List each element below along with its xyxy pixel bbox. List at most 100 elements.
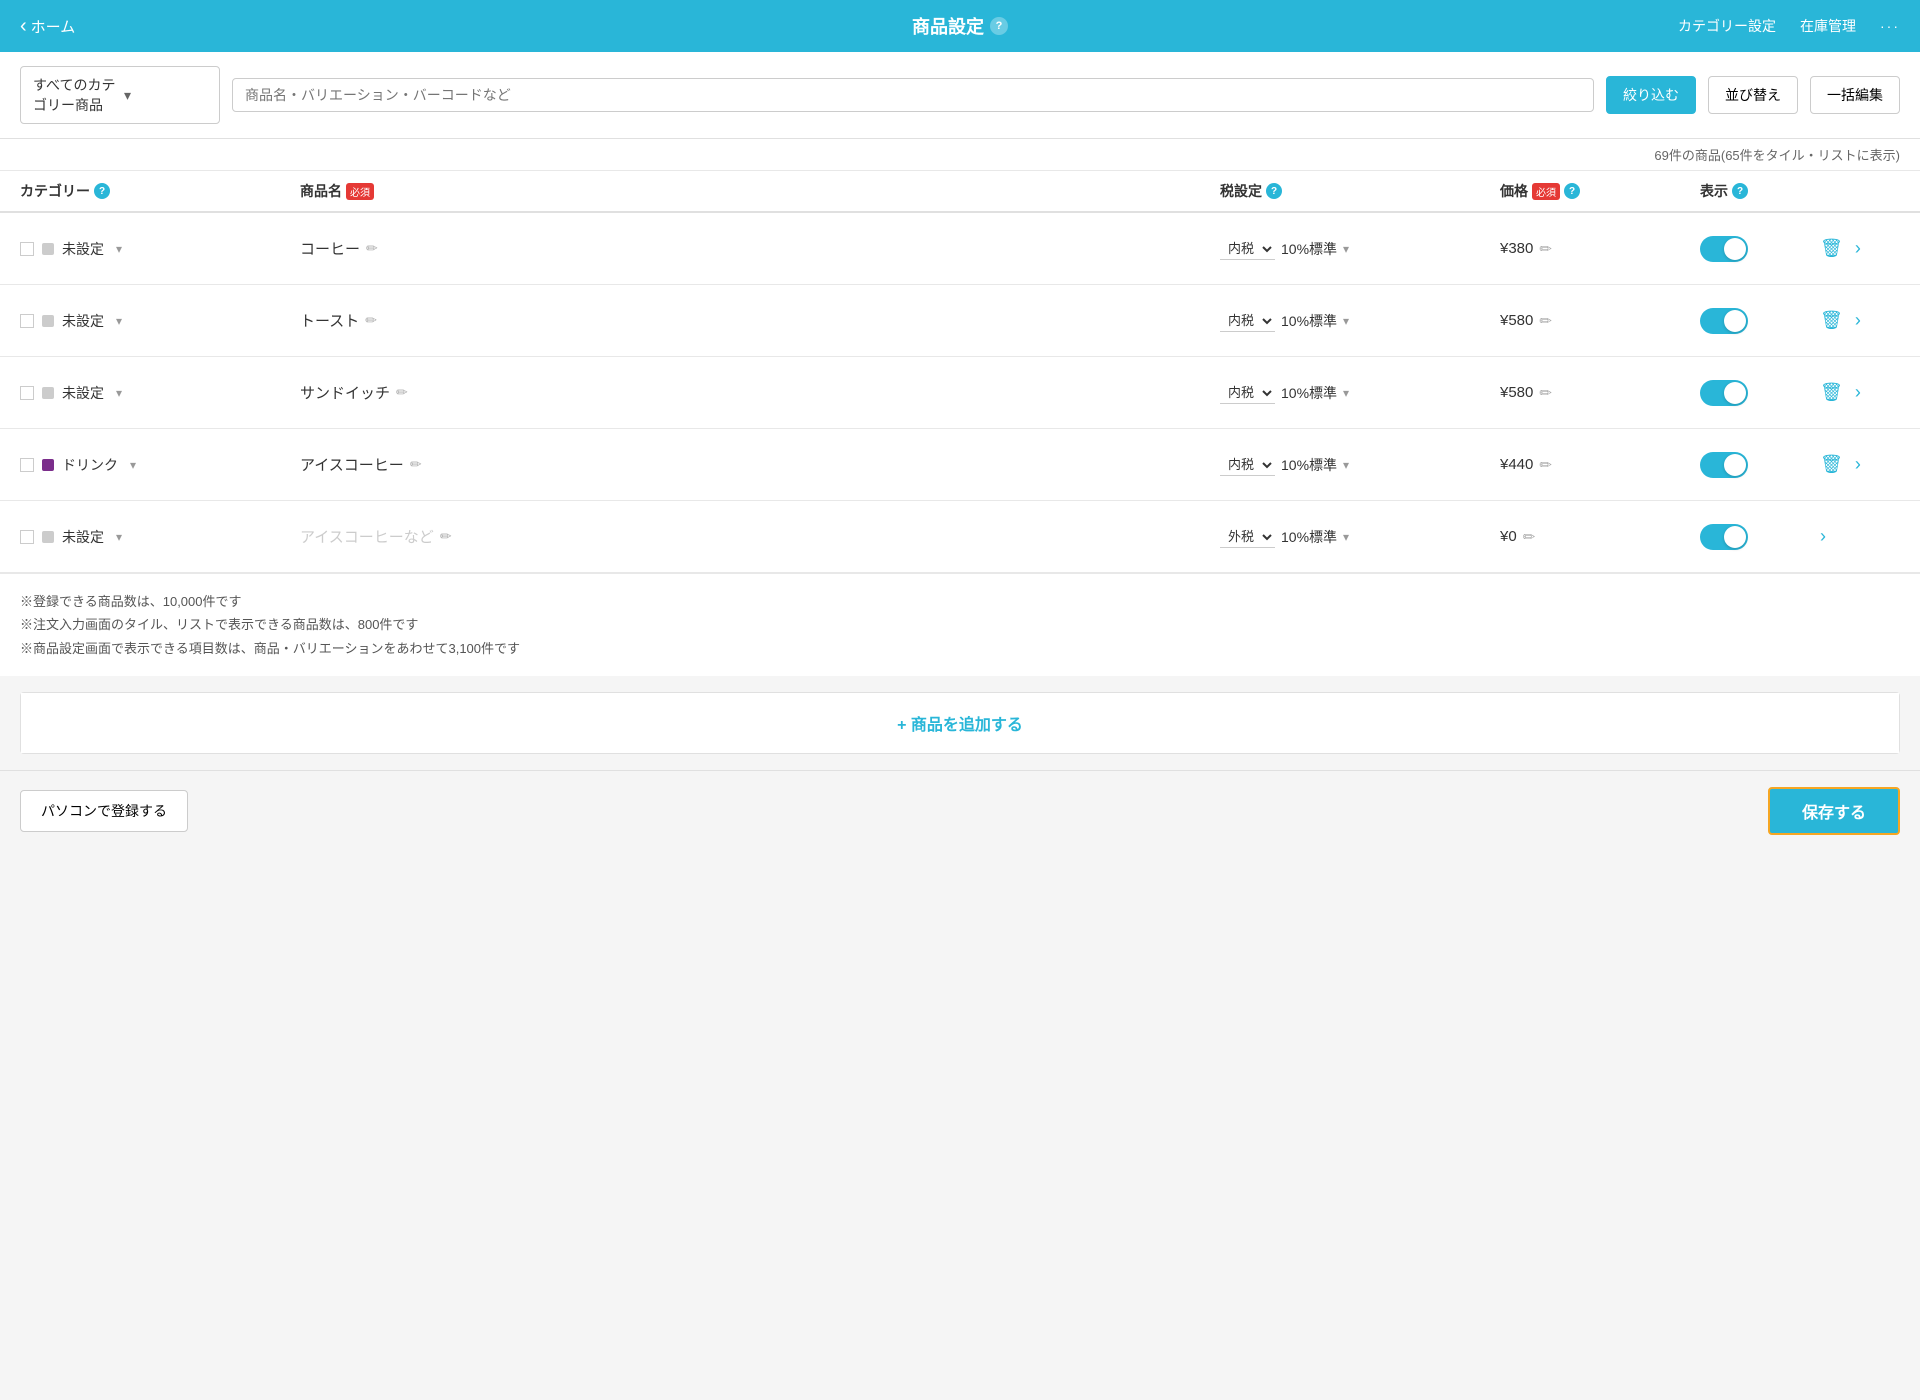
category-name-4: 未設定 <box>62 527 104 547</box>
detail-arrow-3[interactable]: › <box>1855 454 1861 475</box>
col-display-header: 表示 ? <box>1700 181 1820 201</box>
row-actions-4: › <box>1820 526 1900 547</box>
category-dropdown-arrow-4[interactable]: ▾ <box>116 530 122 544</box>
add-product-button[interactable]: + 商品を追加する <box>21 693 1899 753</box>
col-tax-header: 税設定 ? <box>1220 181 1500 201</box>
category-checkbox-3[interactable] <box>20 458 34 472</box>
price-help-icon[interactable]: ? <box>1564 183 1580 199</box>
price-edit-icon-1[interactable]: ✏ <box>1539 312 1552 330</box>
count-bar: 69件の商品(65件をタイル・リストに表示) <box>0 139 1920 171</box>
category-name-1: 未設定 <box>62 311 104 331</box>
table-header: カテゴリー ? 商品名 必須 税設定 ? 価格 必須 ? 表示 ? <box>0 171 1920 213</box>
table-row: 未設定 ▾ アイスコーヒーなど ✏ 外税 10%標準 ▾ ¥0 ✏ <box>0 501 1920 573</box>
tax-rate-label-2: 10%標準 <box>1281 383 1337 403</box>
delete-button-0[interactable]: 🗑 <box>1820 238 1843 259</box>
tax-type-select-4[interactable]: 外税 <box>1220 526 1275 548</box>
category-filter-select[interactable]: すべてのカテゴリー商品 ▾ <box>20 66 220 124</box>
add-product-section: + 商品を追加する <box>20 692 1900 754</box>
category-checkbox-1[interactable] <box>20 314 34 328</box>
category-checkbox-4[interactable] <box>20 530 34 544</box>
display-toggle-2[interactable] <box>1700 380 1748 406</box>
category-cell-0: 未設定 ▾ <box>20 239 300 259</box>
tax-cell-4: 外税 10%標準 ▾ <box>1220 526 1500 548</box>
inventory-management-link[interactable]: 在庫管理 <box>1800 16 1856 36</box>
tax-rate-arrow-1[interactable]: ▾ <box>1343 314 1349 328</box>
price-edit-icon-3[interactable]: ✏ <box>1539 456 1552 474</box>
note-line: ※注文入力画面のタイル、リストで表示できる商品数は、800件です <box>20 613 1900 636</box>
category-select-arrow-icon: ▾ <box>124 87 207 104</box>
price-cell-2: ¥580 ✏ <box>1500 384 1700 402</box>
detail-arrow-4[interactable]: › <box>1820 526 1826 547</box>
detail-arrow-1[interactable]: › <box>1855 310 1861 331</box>
footer: パソコンで登録する 保存する <box>0 770 1920 851</box>
detail-arrow-2[interactable]: › <box>1855 382 1861 403</box>
search-input[interactable] <box>232 78 1594 112</box>
product-name-edit-icon-2[interactable]: ✏ <box>396 384 408 401</box>
tax-type-select-2[interactable]: 内税 <box>1220 382 1275 404</box>
toggle-cell-2 <box>1700 380 1820 406</box>
filter-button[interactable]: 絞り込む <box>1606 76 1696 114</box>
back-button[interactable]: ホーム <box>20 16 75 37</box>
note-line: ※商品設定画面で表示できる項目数は、商品・バリエーションをあわせて3,100件で… <box>20 637 1900 660</box>
col-category-header: カテゴリー ? <box>20 181 300 201</box>
product-rows: 未設定 ▾ コーヒー ✏ 内税 10%標準 ▾ ¥380 ✏ <box>0 213 1920 573</box>
row-actions-3: 🗑 › <box>1820 454 1900 475</box>
more-menu-button[interactable]: ··· <box>1880 18 1900 34</box>
display-help-icon[interactable]: ? <box>1732 183 1748 199</box>
price-edit-icon-0[interactable]: ✏ <box>1539 240 1552 258</box>
toggle-cell-4 <box>1700 524 1820 550</box>
delete-button-3[interactable]: 🗑 <box>1820 454 1843 475</box>
price-value-3: ¥440 <box>1500 456 1533 473</box>
price-value-4: ¥0 <box>1500 528 1517 545</box>
title-help-icon[interactable]: ? <box>990 17 1008 35</box>
sort-button[interactable]: 並び替え <box>1708 76 1798 114</box>
tax-type-select-3[interactable]: 内税 <box>1220 454 1275 476</box>
delete-button-2[interactable]: 🗑 <box>1820 382 1843 403</box>
category-color-dot-1 <box>42 315 54 327</box>
tax-help-icon[interactable]: ? <box>1266 183 1282 199</box>
category-color-dot-0 <box>42 243 54 255</box>
category-setting-link[interactable]: カテゴリー設定 <box>1678 16 1776 36</box>
tax-rate-label-1: 10%標準 <box>1281 311 1337 331</box>
register-pc-button[interactable]: パソコンで登録する <box>20 790 188 832</box>
product-name-edit-icon-0[interactable]: ✏ <box>366 240 378 257</box>
product-name-edit-icon-1[interactable]: ✏ <box>365 312 377 329</box>
category-checkbox-2[interactable] <box>20 386 34 400</box>
category-dropdown-arrow-2[interactable]: ▾ <box>116 386 122 400</box>
display-toggle-0[interactable] <box>1700 236 1748 262</box>
bulk-edit-button[interactable]: 一括編集 <box>1810 76 1900 114</box>
product-name-1: トースト <box>300 310 359 331</box>
tax-rate-arrow-4[interactable]: ▾ <box>1343 530 1349 544</box>
product-name-edit-icon-3[interactable]: ✏ <box>410 456 422 473</box>
tax-rate-arrow-3[interactable]: ▾ <box>1343 458 1349 472</box>
price-edit-icon-4[interactable]: ✏ <box>1523 528 1536 546</box>
category-checkbox-0[interactable] <box>20 242 34 256</box>
table-row: 未設定 ▾ トースト ✏ 内税 10%標準 ▾ ¥580 ✏ <box>0 285 1920 357</box>
category-dropdown-arrow-3[interactable]: ▾ <box>130 458 136 472</box>
product-name-4: アイスコーヒーなど <box>300 526 434 547</box>
tax-type-select-1[interactable]: 内税 <box>1220 310 1275 332</box>
category-help-icon[interactable]: ? <box>94 183 110 199</box>
tax-rate-label-0: 10%標準 <box>1281 239 1337 259</box>
display-toggle-3[interactable] <box>1700 452 1748 478</box>
display-toggle-1[interactable] <box>1700 308 1748 334</box>
tax-rate-arrow-0[interactable]: ▾ <box>1343 242 1349 256</box>
save-button[interactable]: 保存する <box>1768 787 1900 835</box>
category-dropdown-arrow-0[interactable]: ▾ <box>116 242 122 256</box>
category-dropdown-arrow-1[interactable]: ▾ <box>116 314 122 328</box>
display-toggle-4[interactable] <box>1700 524 1748 550</box>
col-product-header: 商品名 必須 <box>300 181 1220 201</box>
price-edit-icon-2[interactable]: ✏ <box>1539 384 1552 402</box>
tax-cell-2: 内税 10%標準 ▾ <box>1220 382 1500 404</box>
tax-type-select-0[interactable]: 内税 <box>1220 238 1275 260</box>
tax-rate-arrow-2[interactable]: ▾ <box>1343 386 1349 400</box>
category-color-dot-2 <box>42 387 54 399</box>
toolbar: すべてのカテゴリー商品 ▾ 絞り込む 並び替え 一括編集 <box>0 52 1920 139</box>
product-required-badge: 必須 <box>346 183 374 200</box>
category-cell-2: 未設定 ▾ <box>20 383 300 403</box>
row-actions-2: 🗑 › <box>1820 382 1900 403</box>
product-name-edit-icon-4[interactable]: ✏ <box>440 528 452 545</box>
delete-button-1[interactable]: 🗑 <box>1820 310 1843 331</box>
detail-arrow-0[interactable]: › <box>1855 238 1861 259</box>
category-color-dot-3 <box>42 459 54 471</box>
